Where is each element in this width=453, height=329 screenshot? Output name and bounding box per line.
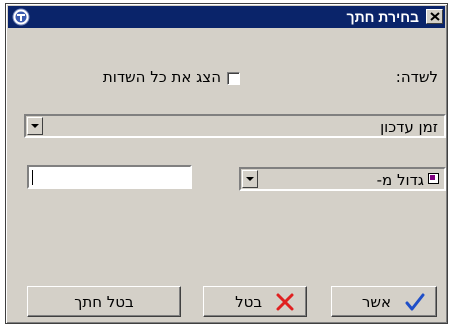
field-select-dropdown-button[interactable] <box>27 117 43 135</box>
window-title: בחירת חתך <box>346 9 420 25</box>
show-all-fields-label: הצג את כל השדות <box>102 68 221 86</box>
purple-square-icon <box>428 173 439 184</box>
operator-select[interactable]: גדול מ- <box>239 167 446 191</box>
operator-select-dropdown-button[interactable] <box>242 170 258 188</box>
condition-value-input[interactable] <box>27 165 192 189</box>
cancel-x-icon <box>276 293 294 311</box>
close-x-icon <box>430 12 440 21</box>
ok-button[interactable]: אשר <box>331 286 437 317</box>
operator-select-value: גדול מ- <box>376 171 424 189</box>
text-caret <box>32 170 33 185</box>
field-label: לשדה: <box>395 68 438 86</box>
close-button[interactable] <box>426 9 443 24</box>
cancel-button-label: בטל <box>235 293 262 311</box>
chevron-down-icon <box>246 177 254 181</box>
title-bar: בחירת חתך <box>8 6 445 28</box>
select-slice-dialog: בחירת חתך לשדה: הצג את כל השדות זמן עדכו… <box>5 3 448 324</box>
field-select[interactable]: זמן עדכון <box>24 114 446 138</box>
checkmark-icon <box>405 293 425 311</box>
show-all-fields-checkbox[interactable] <box>227 72 240 85</box>
app-logo-icon <box>12 8 30 26</box>
chevron-down-icon <box>31 124 39 128</box>
cancel-button[interactable]: בטל <box>203 286 307 317</box>
field-select-value: זמן עדכון <box>380 118 438 136</box>
cancel-slice-button-label: בטל חתך <box>74 293 134 311</box>
ok-button-label: אשר <box>361 293 391 311</box>
cancel-slice-button[interactable]: בטל חתך <box>27 286 181 317</box>
